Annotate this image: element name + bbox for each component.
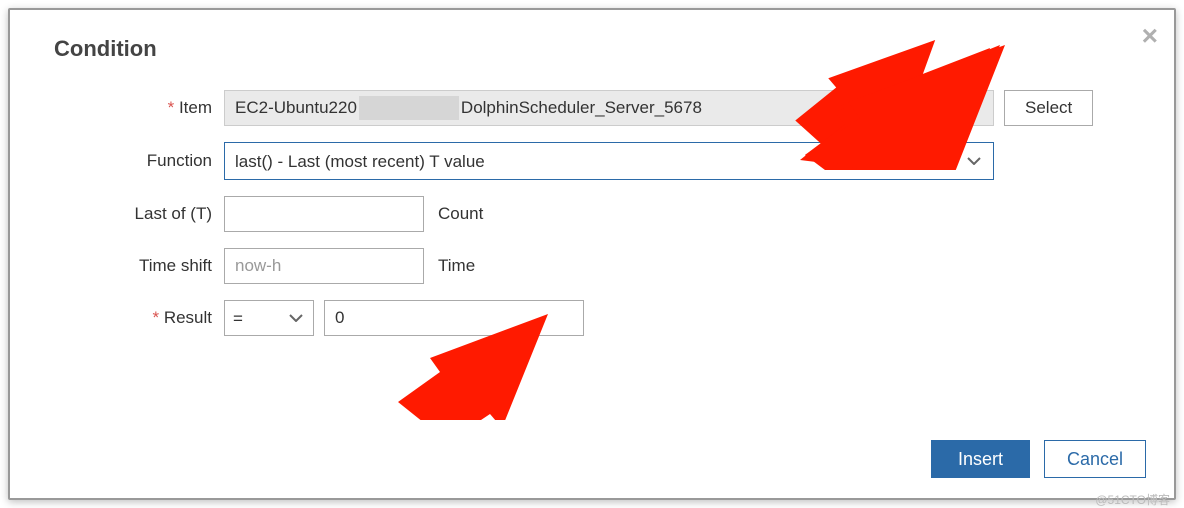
redacted-block: [359, 96, 459, 120]
select-button[interactable]: Select: [1004, 90, 1093, 126]
dialog-title: Condition: [54, 36, 1142, 62]
dialog-footer: Insert Cancel: [931, 440, 1146, 478]
label-result: Result: [54, 308, 224, 328]
row-last-of: Last of (T) Count: [54, 196, 1142, 232]
condition-dialog: × Condition Item EC2-Ubuntu220 DolphinSc…: [8, 8, 1176, 500]
row-function: Function last() - Last (most recent) T v…: [54, 142, 1142, 180]
close-icon[interactable]: ×: [1142, 22, 1158, 50]
row-result: Result =: [54, 300, 1142, 336]
last-of-suffix: Count: [438, 204, 483, 224]
item-text-prefix: EC2-Ubuntu220: [235, 98, 357, 118]
last-of-input[interactable]: [224, 196, 424, 232]
label-function: Function: [54, 151, 224, 171]
result-value-input[interactable]: [324, 300, 584, 336]
row-item: Item EC2-Ubuntu220 DolphinScheduler_Serv…: [54, 90, 1142, 126]
watermark-text: @51CTO博客: [1095, 491, 1170, 508]
item-value-display: EC2-Ubuntu220 DolphinScheduler_Server_56…: [224, 90, 994, 126]
function-select[interactable]: last() - Last (most recent) T value: [224, 142, 994, 180]
time-shift-input[interactable]: [224, 248, 424, 284]
time-shift-suffix: Time: [438, 256, 475, 276]
label-time-shift: Time shift: [54, 256, 224, 276]
label-last-of: Last of (T): [54, 204, 224, 224]
cancel-button[interactable]: Cancel: [1044, 440, 1146, 478]
result-operator-select[interactable]: =: [224, 300, 314, 336]
row-time-shift: Time shift Time: [54, 248, 1142, 284]
insert-button[interactable]: Insert: [931, 440, 1030, 478]
item-text-suffix: DolphinScheduler_Server_5678: [461, 98, 702, 118]
label-item: Item: [54, 98, 224, 118]
